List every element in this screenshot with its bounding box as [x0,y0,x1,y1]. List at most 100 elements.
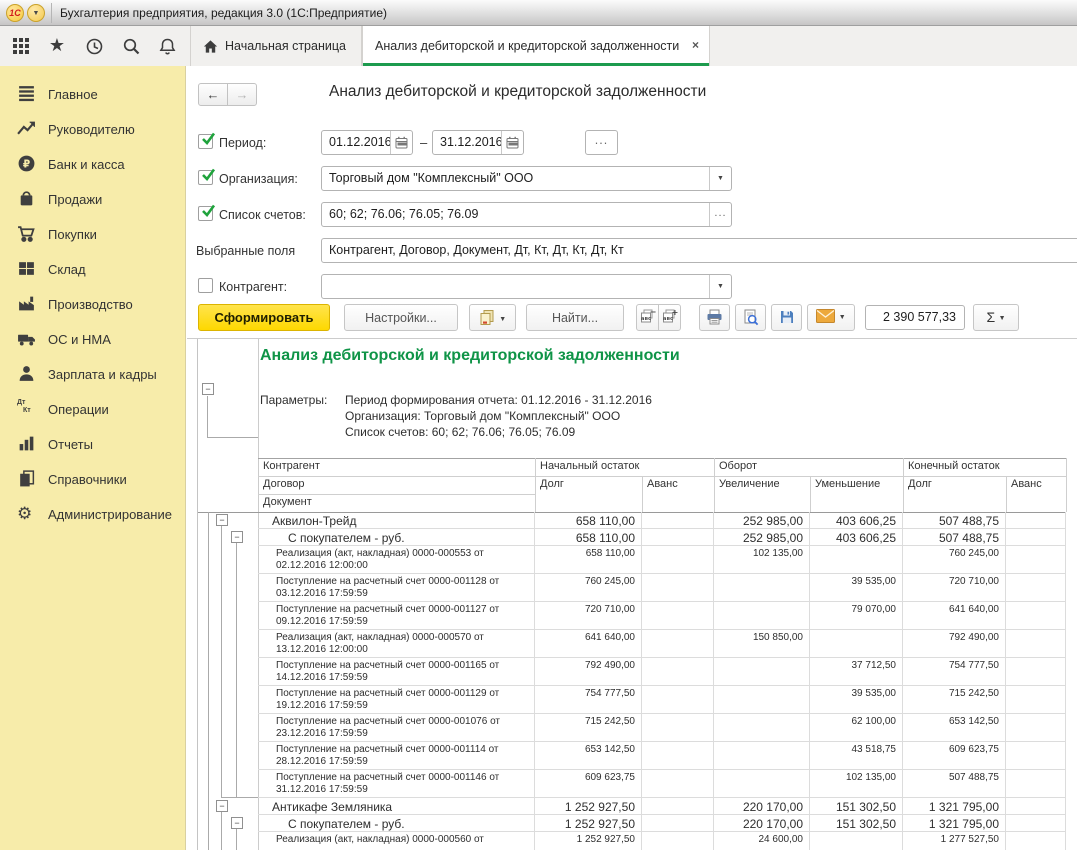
period-from-input[interactable]: 01.12.2016 [321,130,413,155]
row-cell[interactable]: 641 640,00 [903,602,1006,629]
forward-button[interactable]: → [227,83,257,106]
row-cell[interactable]: 609 623,75 [535,770,642,797]
row-cell[interactable]: 658 110,00 [535,546,642,573]
row-cell[interactable] [1006,574,1066,601]
row-cell[interactable]: 39 535,00 [810,574,903,601]
row-cell[interactable]: 507 488,75 [903,512,1006,528]
row-cell[interactable] [1006,546,1066,573]
row-cell[interactable] [1006,529,1066,545]
row-cell[interactable] [642,832,714,850]
row-cell[interactable] [714,574,810,601]
row-name[interactable]: Антикафе Земляника [258,798,535,814]
row-cell[interactable]: 641 640,00 [535,630,642,657]
row-name[interactable]: Поступление на расчетный счет 0000-00116… [258,658,535,685]
row-cell[interactable] [642,742,714,769]
row-cell[interactable]: 653 142,50 [535,742,642,769]
period-more-button[interactable]: ... [585,130,618,155]
preview-button[interactable] [735,304,766,331]
row-name[interactable]: С покупателем - руб. [258,815,535,831]
period-checkbox[interactable] [198,134,213,149]
row-cell[interactable]: 102 135,00 [714,546,810,573]
search-icon[interactable] [118,34,144,60]
row-cell[interactable] [642,512,714,528]
sidebar-item-zarplata-i-kadry[interactable]: Зарплата и кадры [0,362,186,392]
row-cell[interactable]: 150 850,00 [714,630,810,657]
row-cell[interactable]: 507 488,75 [903,529,1006,545]
row-cell[interactable] [1006,686,1066,713]
row-cell[interactable]: 1 252 927,50 [535,798,642,814]
row-name[interactable]: Аквилон-Трейд [258,512,535,528]
collapse-report-icon[interactable]: − [202,383,214,395]
row-cell[interactable]: 220 170,00 [714,798,810,814]
row-cell[interactable]: 43 518,75 [810,742,903,769]
row-name[interactable]: Поступление на расчетный счет 0000-00114… [258,770,535,797]
row-cell[interactable]: 715 242,50 [535,714,642,741]
sidebar-item-administrirovanie[interactable]: ⚙ Администрирование [0,502,186,532]
sidebar-item-rukovoditelyu[interactable]: Руководителю [0,117,186,147]
row-cell[interactable]: 715 242,50 [903,686,1006,713]
close-tab-icon[interactable]: × [692,38,699,52]
row-cell[interactable] [1006,630,1066,657]
row-cell[interactable] [810,546,903,573]
counterparty-select[interactable]: ▼ [321,274,732,299]
sigma-button[interactable]: Σ ▼ [973,304,1019,331]
row-cell[interactable] [810,630,903,657]
tab-active-report[interactable]: Анализ дебиторской и кредиторской задолж… [362,26,710,66]
row-cell[interactable]: 653 142,50 [903,714,1006,741]
row-cell[interactable] [642,798,714,814]
collapse-groups-button[interactable]: авс− [636,304,659,331]
row-cell[interactable] [1006,832,1066,850]
window-menu-button[interactable]: ▼ [27,4,45,22]
notifications-bell-icon[interactable] [154,34,180,60]
organization-select[interactable]: Торговый дом "Комплексный" ООО ▼ [321,166,732,191]
row-cell[interactable] [714,602,810,629]
sidebar-item-proizvodstvo[interactable]: Производство [0,292,186,322]
sidebar-item-prodazhi[interactable]: Продажи [0,187,186,217]
expand-groups-button[interactable]: авс+ [658,304,681,331]
period-to-input[interactable]: 31.12.2016 [432,130,524,155]
row-cell[interactable] [642,630,714,657]
collapse-group-icon[interactable]: − [216,800,228,812]
sidebar-item-glavnoe[interactable]: Главное [0,82,186,112]
row-cell[interactable]: 1 252 927,50 [535,815,642,831]
row-cell[interactable]: 252 985,00 [714,512,810,528]
accounts-checkbox[interactable] [198,206,213,221]
row-cell[interactable]: 754 777,50 [903,658,1006,685]
calendar-icon[interactable] [390,131,412,154]
collapse-group-icon[interactable]: − [216,514,228,526]
row-cell[interactable]: 720 710,00 [535,602,642,629]
row-cell[interactable] [642,815,714,831]
calendar-icon[interactable] [501,131,523,154]
row-cell[interactable] [714,770,810,797]
back-button[interactable]: ← [198,83,228,106]
row-name[interactable]: Поступление на расчетный счет 0000-00111… [258,742,535,769]
row-name[interactable]: Реализация (акт, накладная) 0000-000560 … [258,832,535,850]
row-cell[interactable] [714,742,810,769]
history-clock-icon[interactable] [81,34,107,60]
row-cell[interactable] [642,686,714,713]
row-cell[interactable]: 1 277 527,50 [903,832,1006,850]
row-cell[interactable] [1006,512,1066,528]
row-cell[interactable]: 403 606,25 [810,512,903,528]
row-cell[interactable]: 252 985,00 [714,529,810,545]
row-cell[interactable]: 658 110,00 [535,512,642,528]
row-cell[interactable]: 62 100,00 [810,714,903,741]
row-cell[interactable]: 220 170,00 [714,815,810,831]
row-cell[interactable] [1006,742,1066,769]
row-cell[interactable]: 507 488,75 [903,770,1006,797]
row-name[interactable]: Реализация (акт, накладная) 0000-000553 … [258,546,535,573]
chevron-down-icon[interactable]: ▼ [709,275,731,298]
row-cell[interactable]: 151 302,50 [810,815,903,831]
chevron-down-icon[interactable]: ▼ [709,167,731,190]
row-cell[interactable] [642,546,714,573]
counterparty-checkbox[interactable] [198,278,213,293]
row-cell[interactable] [642,770,714,797]
sidebar-item-spravochniki[interactable]: Справочники [0,467,186,497]
row-cell[interactable] [1006,770,1066,797]
row-cell[interactable]: 79 070,00 [810,602,903,629]
row-cell[interactable] [1006,658,1066,685]
settings-button[interactable]: Настройки... [344,304,458,331]
collapse-group-icon[interactable]: − [231,531,243,543]
row-cell[interactable] [1006,798,1066,814]
row-cell[interactable]: 658 110,00 [535,529,642,545]
